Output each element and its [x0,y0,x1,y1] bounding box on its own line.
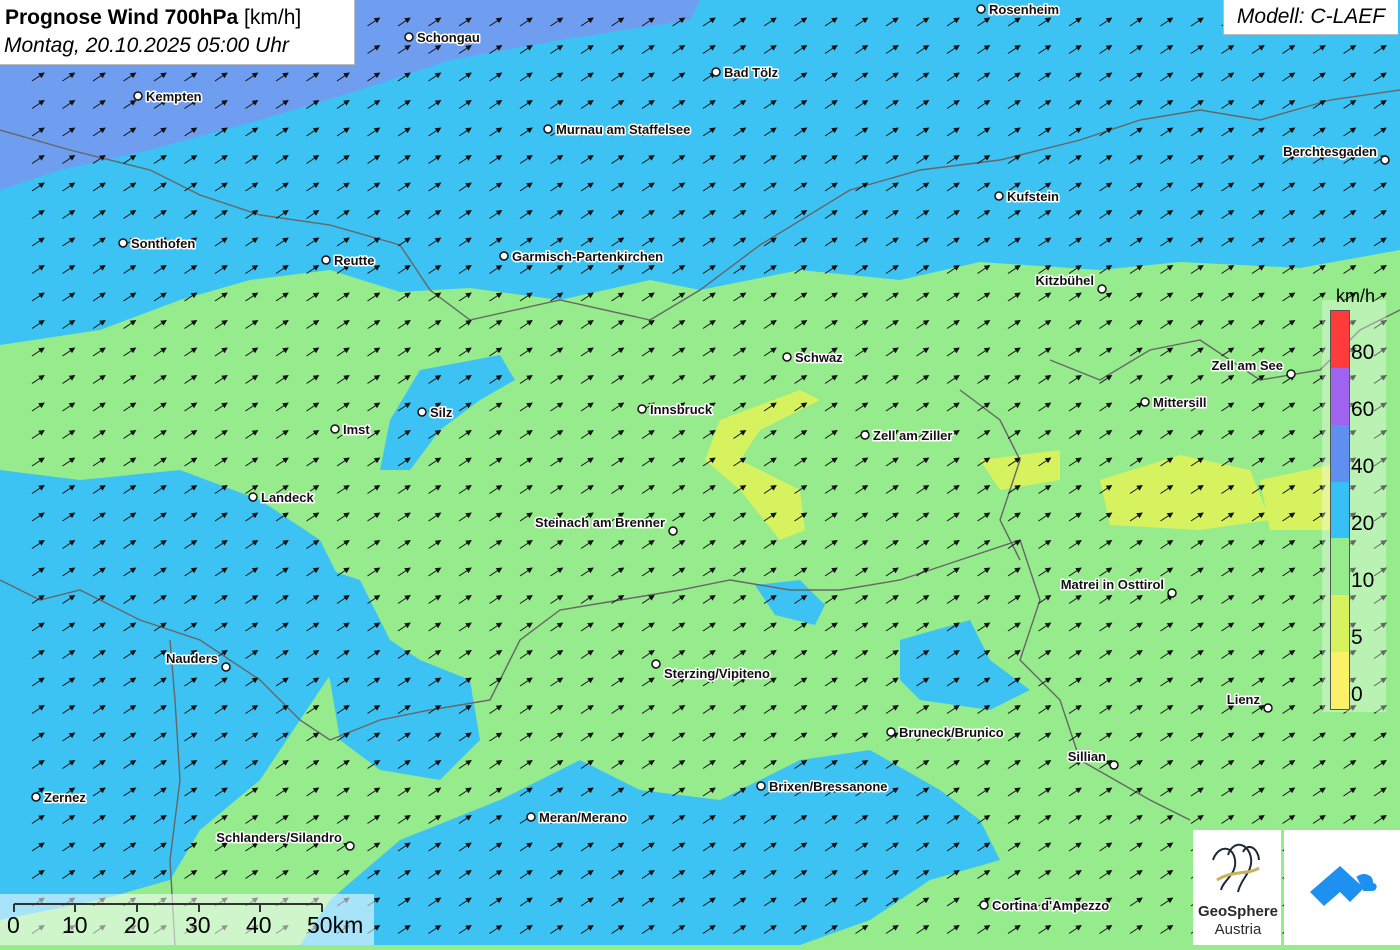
city-marker [543,124,553,134]
wind-map: Rosenheim Schongau Bad Tölz Kempten Murnau a… [0,0,1400,945]
city-label: Cortina d'Ampezzo [992,898,1109,913]
legend-swatch-0 [1331,652,1349,710]
legend-label-20: 20 [1351,512,1375,535]
city-marker [1286,369,1296,379]
city-marker [345,841,355,851]
city-label: Sterzing/Vipiteno [664,666,770,681]
city-label: Schwaz [795,350,843,365]
city-marker [1380,155,1390,165]
legend-label-0: 0 [1351,683,1363,706]
city-label: Landeck [261,490,315,505]
city-label: Schongau [417,30,480,45]
city-marker [782,352,792,362]
city-marker [404,32,414,42]
city-label: Reutte [334,253,374,268]
legend-unit: km/h [1336,286,1376,306]
scale-tick-40: 40 [246,912,272,938]
city-label: Imst [343,422,370,437]
map-title-main: Prognose Wind 700hPa [5,6,239,29]
legend-swatch-10 [1331,538,1349,596]
city-marker [756,781,766,791]
scale-tick-30: 30 [185,912,211,938]
city-marker [1140,397,1150,407]
legend-label-5: 5 [1351,626,1363,649]
city-marker [651,659,661,669]
city-label: Steinach am Brenner [535,515,665,530]
city-marker [221,662,231,672]
scale-tick-10: 10 [62,912,88,938]
city-label: Lienz [1227,692,1261,707]
city-label: Matrei in Osttirol [1061,577,1164,592]
map-title-unit: [km/h] [244,6,302,29]
city-marker [133,91,143,101]
legend-swatch-80 [1331,311,1349,368]
legend-swatch-5 [1331,595,1349,653]
legend-label-80: 80 [1351,341,1375,364]
city-label: Kempten [146,89,202,104]
city-marker [979,900,989,910]
legend-label-10: 10 [1351,569,1375,592]
city-marker [417,407,427,417]
legend-label-40: 40 [1351,455,1375,478]
city-marker [860,430,870,440]
city-label: Sonthofen [131,236,195,251]
city-marker [118,238,128,248]
map-title: Prognose Wind 700hPa [km/h] [5,6,301,30]
city-label: Zell am See [1211,358,1283,373]
city-label: Schlanders/Silandro [216,830,342,845]
legend-swatch-40 [1331,424,1349,482]
city-marker [330,424,340,434]
geosphere-logo-icon [1212,843,1260,893]
city-marker [1263,703,1273,713]
scale-tick-0: 0 [7,912,20,938]
city-label: Murnau am Staffelsee [556,122,690,137]
city-label: Kufstein [1007,189,1059,204]
city-marker [668,526,678,536]
city-label: Mittersill [1153,395,1206,410]
city-label: Nauders [166,651,218,666]
city-marker [248,492,258,502]
scale-tick-50: 50km [307,912,364,938]
legend-color-bar [1330,310,1350,710]
logo-name: GeoSphere [1197,903,1279,920]
city-marker [321,255,331,265]
legend-label-60: 60 [1351,398,1375,421]
city-marker [526,812,536,822]
city-label: Kitzbühel [1036,273,1095,288]
city-label: Berchtesgaden [1283,144,1377,159]
city-marker [711,67,721,77]
city-label: Garmisch-Partenkirchen [512,249,663,264]
weather-app-logo[interactable] [1284,830,1400,945]
legend-swatch-60 [1331,367,1349,425]
city-label: Zernez [44,790,86,805]
model-label: Modell: C-LAEF [1223,0,1398,35]
city-marker [1167,588,1177,598]
city-marker [994,191,1004,201]
scale-tick-20: 20 [124,912,150,938]
title-panel: Prognose Wind 700hPa [km/h] Montag, 20.1… [0,0,355,65]
city-label: Sillian [1068,749,1106,764]
city-marker [1097,284,1107,294]
city-marker [637,404,647,414]
city-label: Silz [430,405,453,420]
city-label: Zell am Ziller [873,428,952,443]
city-marker [31,792,41,802]
logo-sub: Austria [1214,921,1262,938]
city-marker [499,251,509,261]
city-label: Meran/Merano [539,810,627,825]
cloud-arrow-icon [1310,866,1379,906]
city-label: Innsbruck [650,402,713,417]
city-label: Rosenheim [989,2,1059,17]
city-label: Bruneck/Brunico [899,725,1004,740]
forecast-date: Montag, 20.10.2025 05:00 Uhr [4,34,289,57]
city-label: Bad Tölz [724,65,779,80]
city-marker [1109,760,1119,770]
city-label: Brixen/Bressanone [769,779,888,794]
city-marker [976,4,986,14]
city-marker [886,727,896,737]
legend-swatch-20 [1331,481,1349,539]
